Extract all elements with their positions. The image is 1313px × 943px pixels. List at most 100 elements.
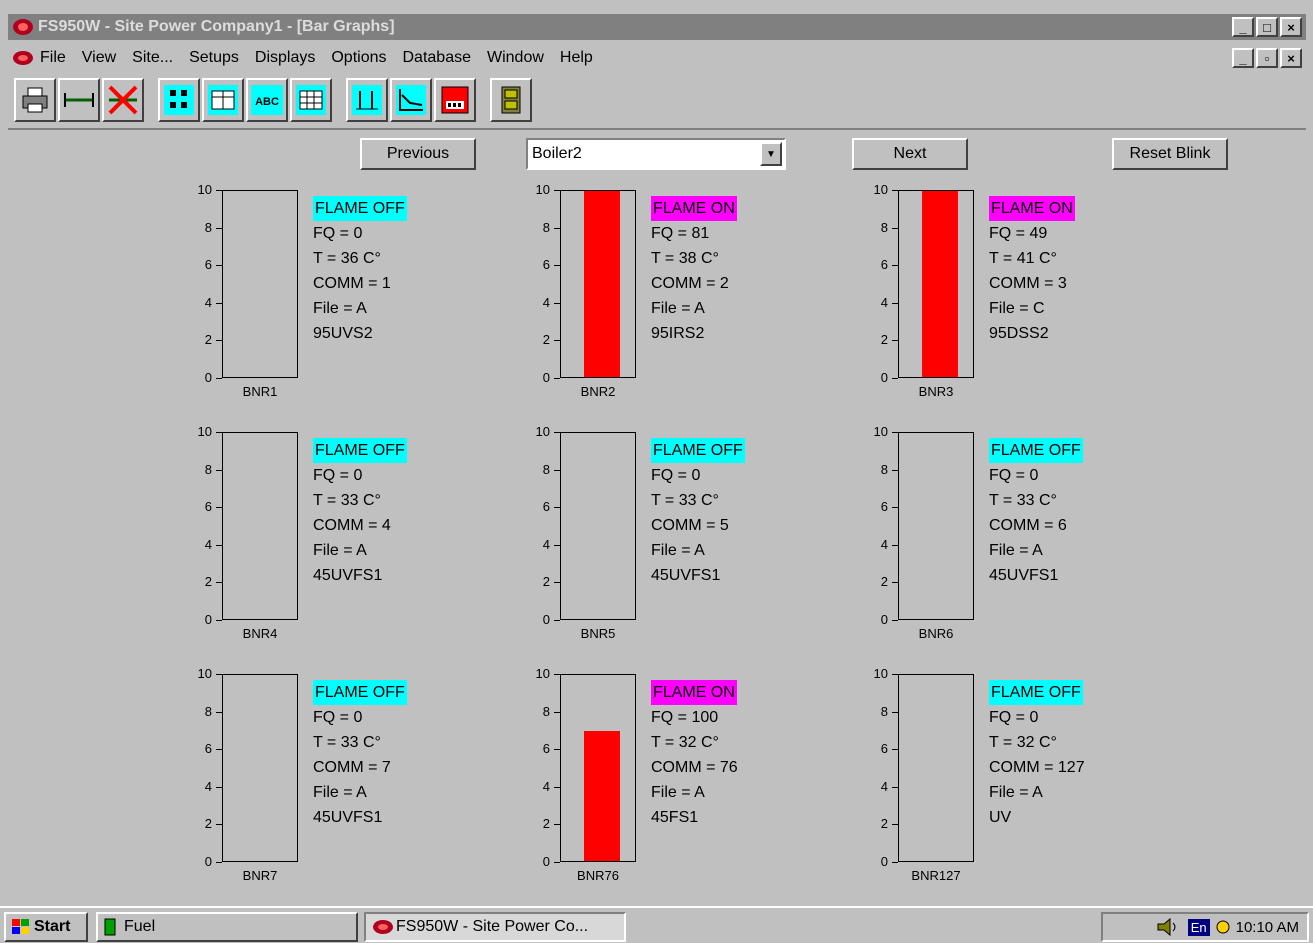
burner-name: BNR1 (242, 384, 278, 399)
burner-info: FLAME ON FQ = 81 T = 38 C° COMM = 2 File = A… (651, 196, 737, 346)
task-fs950w-label: FS950W - Site Power Co... (396, 918, 589, 935)
menu-view[interactable]: View (82, 49, 116, 67)
file-setting: File = A (651, 300, 705, 317)
menu-options[interactable]: Options (331, 49, 386, 67)
network-icon[interactable] (1216, 920, 1230, 934)
abc-button[interactable]: ABC (246, 78, 288, 122)
child-restore-button[interactable]: ▫ (1256, 48, 1278, 68)
bar-plot (898, 432, 974, 620)
document-icon[interactable] (12, 49, 34, 67)
connect-button[interactable] (58, 78, 100, 122)
close-button[interactable]: × (1280, 17, 1302, 37)
axis-tick-label: 8 (204, 703, 212, 719)
axis-tick (554, 620, 560, 621)
burner-name: BNR2 (580, 384, 616, 399)
start-button[interactable]: Start (4, 912, 88, 942)
menu-window[interactable]: Window (487, 49, 544, 67)
menu-database[interactable]: Database (403, 49, 472, 67)
task-fuel[interactable]: Fuel (96, 912, 358, 942)
flame-quality: FQ = 49 (989, 225, 1048, 242)
flame-status: FLAME OFF (313, 680, 407, 705)
burner-panel: 10 8 6 4 2 0 BNR7 FLAME OFF FQ = 0 T = 33 C° COMM … (190, 666, 510, 897)
burner-panel: 10 8 6 4 2 0 BNR3 FLAME ON FQ = 49 T = 41 C° COMM … (866, 182, 1186, 413)
title-bar[interactable]: FS950W - Site Power Company1 - [Bar Grap… (8, 14, 1306, 40)
menu-setups[interactable]: Setups (189, 49, 239, 67)
burner-panel: 10 8 6 4 2 0 BNR76 FLAME ON FQ = 100 T = 32 C° COM… (528, 666, 848, 897)
temperature: T = 32 C° (651, 734, 719, 751)
file-cabinet-button[interactable] (490, 78, 532, 122)
axis-tick-label: 8 (880, 461, 888, 477)
trend-graph-button[interactable] (390, 78, 432, 122)
axis-tick-label: 6 (542, 257, 550, 273)
menu-help[interactable]: Help (560, 49, 593, 67)
axis-tick (554, 862, 560, 863)
flame-quality: FQ = 0 (989, 709, 1039, 726)
flame-quality: FQ = 0 (313, 709, 363, 726)
axis-tick-label: 8 (204, 461, 212, 477)
print-button[interactable] (14, 78, 56, 122)
comm-address: COMM = 4 (313, 517, 391, 534)
axis-tick-label: 6 (880, 257, 888, 273)
axis-tick-label: 4 (542, 536, 550, 552)
next-button[interactable]: Next (852, 138, 968, 170)
speaker-icon[interactable] (1156, 917, 1182, 937)
disconnect-icon (108, 85, 138, 115)
window-title: FS950W - Site Power Company1 - [Bar Grap… (38, 18, 395, 35)
axis-tick-label: 0 (542, 854, 550, 869)
axis-tick-label: 2 (542, 332, 550, 348)
axis-tick-label: 10 (197, 182, 212, 197)
scanner-model: 45UVFS1 (651, 567, 721, 584)
flame-quality: FQ = 100 (651, 709, 719, 726)
axis-tick-label: 2 (880, 816, 888, 832)
comm-address: COMM = 127 (989, 759, 1085, 776)
chevron-down-icon[interactable]: ▼ (760, 142, 782, 166)
axis-tick-label: 8 (204, 219, 212, 235)
system-tray: En 10:10 AM (1101, 912, 1309, 942)
table-button[interactable] (290, 78, 332, 122)
disconnect-button[interactable] (102, 78, 144, 122)
axis-tick-label: 2 (542, 816, 550, 832)
axis-tick-label: 6 (542, 741, 550, 757)
calculator-button[interactable] (434, 78, 476, 122)
previous-button[interactable]: Previous (360, 138, 476, 170)
calculator-icon (441, 86, 469, 114)
axis-tick (892, 620, 898, 621)
language-indicator[interactable]: En (1187, 918, 1210, 936)
temperature: T = 41 C° (989, 250, 1057, 267)
file-setting: File = A (989, 784, 1043, 801)
menu-site[interactable]: Site... (132, 49, 173, 67)
axis-tick-label: 4 (542, 294, 550, 310)
child-close-button[interactable]: × (1280, 48, 1302, 68)
child-minimize-button[interactable]: _ (1232, 48, 1254, 68)
axis-tick-label: 6 (542, 499, 550, 515)
menu-displays[interactable]: Displays (255, 49, 315, 67)
axis-tick (892, 862, 898, 863)
flame-status: FLAME ON (651, 680, 737, 705)
temperature: T = 33 C° (313, 734, 381, 751)
menu-file[interactable]: File (40, 49, 66, 67)
flame-quality: FQ = 0 (313, 467, 363, 484)
fuel-icon (104, 918, 116, 936)
two-column-button[interactable] (158, 78, 200, 122)
connect-icon (64, 93, 94, 107)
axis-tick-label: 10 (535, 666, 550, 681)
axis-tick-label: 2 (880, 574, 888, 590)
minimize-button[interactable]: _ (1232, 17, 1254, 37)
bar-graph-button[interactable] (346, 78, 388, 122)
flame-status: FLAME OFF (313, 196, 407, 221)
axis-tick-label: 6 (880, 741, 888, 757)
boiler-select[interactable]: Boiler2 ▼ (526, 138, 786, 170)
axis-tick-label: 6 (880, 499, 888, 515)
menu-bar: File View Site... Setups Displays Option… (8, 44, 1306, 72)
task-fs950w[interactable]: FS950W - Site Power Co... (364, 912, 626, 942)
axis-tick-label: 10 (535, 182, 550, 197)
bar-plot (560, 674, 636, 862)
bar-graph-icon (352, 85, 382, 115)
burner-panel: 10 8 6 4 2 0 BNR2 FLAME ON FQ = 81 T = 38 C° COMM … (528, 182, 848, 413)
maximize-button[interactable]: □ (1256, 17, 1278, 37)
reset-blink-button[interactable]: Reset Blink (1112, 138, 1228, 170)
axis-tick-label: 8 (542, 703, 550, 719)
axis-tick-label: 6 (204, 741, 212, 757)
bar-plot (222, 674, 298, 862)
grid-view-button[interactable] (202, 78, 244, 122)
